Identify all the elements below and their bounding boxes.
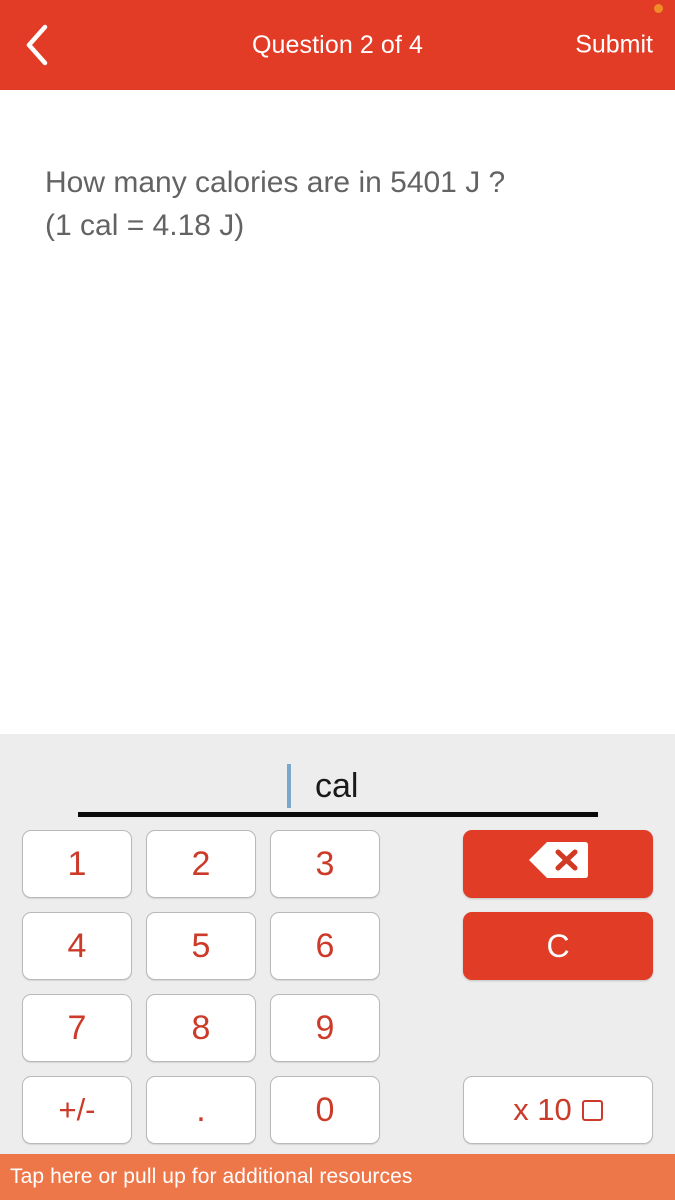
quiz-screen: Question 2 of 4 Submit How many calories… bbox=[0, 0, 675, 1200]
app-header: Question 2 of 4 Submit bbox=[0, 0, 675, 90]
key-0[interactable]: 0 bbox=[270, 1076, 380, 1144]
question-line-2: (1 cal = 4.18 J) bbox=[45, 208, 245, 242]
backspace-button[interactable] bbox=[463, 830, 653, 898]
exponent-button[interactable]: x 10 bbox=[463, 1076, 653, 1144]
key-9[interactable]: 9 bbox=[270, 994, 380, 1062]
key-7[interactable]: 7 bbox=[22, 994, 132, 1062]
numeric-keypad-panel: cal 1 2 3 4 5 6 7 8 9 +/- . 0 C x 10 bbox=[0, 734, 675, 1154]
answer-underline bbox=[78, 812, 598, 817]
question-area: How many calories are in 5401 J ? (1 cal… bbox=[0, 90, 675, 734]
empty-square-icon bbox=[581, 1099, 603, 1121]
key-decimal-point[interactable]: . bbox=[146, 1076, 256, 1144]
backspace-delete-icon bbox=[527, 840, 589, 888]
answer-unit-label: cal bbox=[315, 767, 359, 805]
page-title: Question 2 of 4 bbox=[251, 30, 424, 59]
exponent-label: x 10 bbox=[513, 1092, 572, 1127]
back-button[interactable] bbox=[10, 17, 64, 73]
text-caret bbox=[287, 764, 291, 808]
action-key-column: C x 10 bbox=[463, 830, 653, 1144]
resources-bar[interactable]: Tap here or pull up for additional resou… bbox=[0, 1154, 675, 1200]
key-5[interactable]: 5 bbox=[146, 912, 256, 980]
key-plus-minus[interactable]: +/- bbox=[22, 1076, 132, 1144]
question-line-1: How many calories are in 5401 J ? bbox=[45, 166, 506, 199]
key-4[interactable]: 4 bbox=[22, 912, 132, 980]
key-8[interactable]: 8 bbox=[146, 994, 256, 1062]
action-column-empty-slot bbox=[463, 994, 653, 1062]
key-3[interactable]: 3 bbox=[270, 830, 380, 898]
answer-input-area[interactable]: cal bbox=[0, 734, 675, 830]
keypad-gap bbox=[380, 830, 463, 1144]
chevron-left-icon bbox=[24, 23, 50, 67]
key-6[interactable]: 6 bbox=[270, 912, 380, 980]
keypad-rows: 1 2 3 4 5 6 7 8 9 +/- . 0 C x 10 bbox=[0, 830, 675, 1154]
submit-button[interactable]: Submit bbox=[575, 31, 653, 60]
clear-button[interactable]: C bbox=[463, 912, 653, 980]
resources-bar-label: Tap here or pull up for additional resou… bbox=[10, 1165, 413, 1188]
key-1[interactable]: 1 bbox=[22, 830, 132, 898]
status-indicator-dot bbox=[654, 4, 663, 13]
key-2[interactable]: 2 bbox=[146, 830, 256, 898]
answer-inline-group: cal bbox=[287, 764, 358, 808]
digit-key-grid: 1 2 3 4 5 6 7 8 9 +/- . 0 bbox=[22, 830, 380, 1144]
